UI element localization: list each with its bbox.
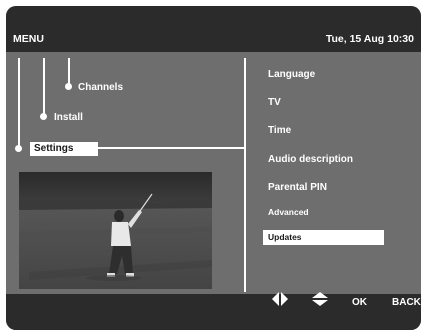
header-bar: MENU Tue, 15 Aug 10:30 xyxy=(6,6,421,52)
tv-menu-screen: MENU Tue, 15 Aug 10:30 Channels Install … xyxy=(6,6,421,330)
up-down-arrows-icon[interactable] xyxy=(312,292,328,311)
menu-item-parental-pin[interactable]: Parental PIN xyxy=(268,182,327,193)
tree-item-label: Channels xyxy=(78,82,124,93)
tree-stem-settings xyxy=(18,58,20,149)
tree-dot-icon xyxy=(15,145,22,152)
tree-stem-install xyxy=(43,58,45,118)
back-button[interactable]: BACK xyxy=(392,297,421,308)
tree-dot-icon xyxy=(65,83,72,90)
settings-connector-line xyxy=(98,147,244,149)
menu-title: MENU xyxy=(13,33,44,45)
date-time-display: Tue, 15 Aug 10:30 xyxy=(325,33,414,45)
tree-dot-icon xyxy=(40,113,47,120)
menu-item-updates-label: Updates xyxy=(268,232,302,242)
menu-item-time[interactable]: Time xyxy=(268,125,291,136)
ok-button[interactable]: OK xyxy=(352,297,367,308)
settings-highlight: Settings xyxy=(30,142,98,156)
menu-item-audio-description[interactable]: Audio description xyxy=(268,154,353,165)
left-right-arrows-icon[interactable] xyxy=(272,292,288,311)
panel-divider xyxy=(244,58,246,292)
menu-item-advanced[interactable]: Advanced xyxy=(268,207,309,217)
tv-preview-window xyxy=(19,172,212,289)
golfer-preview-image xyxy=(19,172,212,289)
menu-item-updates[interactable]: Updates xyxy=(263,230,384,245)
menu-item-language[interactable]: Language xyxy=(268,69,315,80)
tree-item-label: Install xyxy=(54,112,83,123)
menu-item-tv[interactable]: TV xyxy=(268,97,281,108)
tree-item-label: Settings xyxy=(34,143,74,154)
